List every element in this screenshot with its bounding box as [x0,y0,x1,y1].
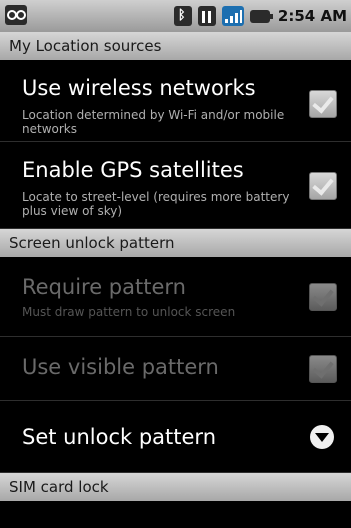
item-title: Enable GPS satellites [22,158,244,182]
item-summary: Locate to street-level (requires more ba… [22,190,290,218]
set-unlock-pattern-item[interactable]: Set unlock pattern [0,401,351,473]
chevron-down-icon[interactable] [310,425,334,449]
enable-gps-item[interactable]: Enable GPS satellites Locate to street-l… [0,142,351,229]
section-header-unlock: Screen unlock pattern [0,229,351,257]
use-wireless-networks-item[interactable]: Use wireless networks Location determine… [0,60,351,142]
checkmark-icon [312,91,334,114]
voicemail-icon [5,5,27,25]
item-summary: Location determined by Wi-Fi and/or mobi… [22,108,285,136]
wireless-checkbox[interactable] [309,90,337,118]
checkmark-icon [312,356,334,379]
battery-icon [249,9,273,23]
bluetooth-icon: ᛒ [173,6,192,26]
require-pattern-item[interactable]: Require pattern Must draw pattern to unl… [0,257,351,337]
gps-checkbox[interactable] [309,172,337,200]
status-icons: ᛒ 2:54 AM [173,4,347,28]
item-title: Set unlock pattern [22,425,217,449]
section-header-sim: SIM card lock [0,473,351,501]
item-title: Use wireless networks [22,76,256,100]
status-clock: 2:54 AM [277,7,347,25]
item-title: Use visible pattern [22,355,219,379]
checkmark-icon [312,173,334,196]
status-bar: ᛒ 2:54 AM [0,0,351,32]
require-pattern-checkbox[interactable] [309,283,337,311]
signal-strength-icon [221,6,244,26]
visible-pattern-checkbox[interactable] [309,355,337,383]
section-header-location: My Location sources [0,32,351,60]
item-title: Require pattern [22,275,186,299]
data-signal-icon [197,6,216,26]
item-summary: Must draw pattern to unlock screen [22,305,236,319]
checkmark-icon [312,284,334,307]
use-visible-pattern-item[interactable]: Use visible pattern [0,337,351,401]
